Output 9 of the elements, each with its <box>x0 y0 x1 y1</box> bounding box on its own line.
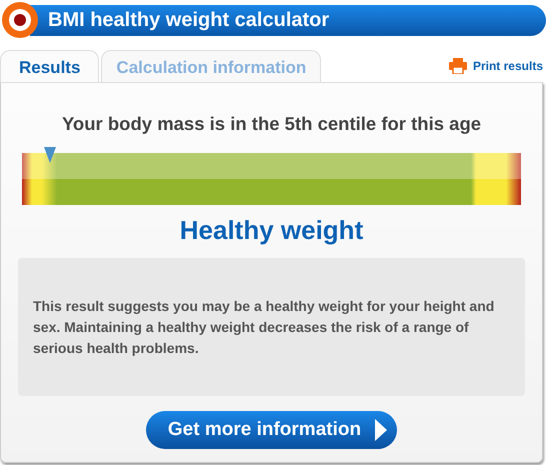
print-link[interactable]: Print results <box>448 58 543 74</box>
result-heading: Your body mass is in the 5th centile for this age <box>60 113 482 135</box>
printer-icon <box>448 58 467 74</box>
tab[interactable]: Results <box>0 50 100 82</box>
arrow-icon <box>375 419 388 441</box>
result-category: Healthy weight <box>178 215 364 246</box>
more-info-button[interactable]: Get more information <box>146 411 398 449</box>
result-description: This result suggests you may be a healthy weight for your height and sex. Maintaining a healthy weight decreases the risk of a range of serious health problems. <box>33 296 496 358</box>
window-title: BMI healthy weight calculator <box>30 4 546 36</box>
